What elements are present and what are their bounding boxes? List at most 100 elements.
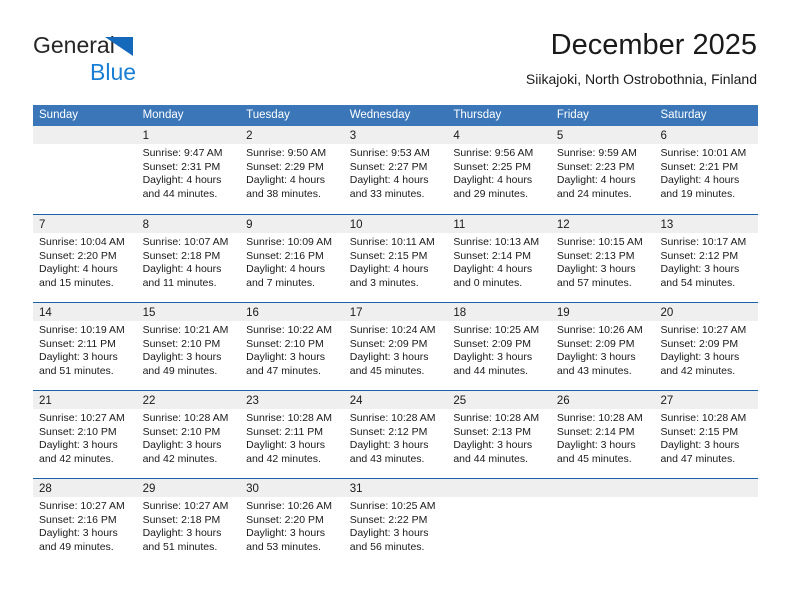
daylight-text-line1: Daylight: 3 hours [39,527,118,540]
sunrise-text: Sunrise: 10:28 AM [246,412,332,424]
daylight-text-line1: Daylight: 3 hours [246,351,325,364]
logo-text-blue: Blue [90,59,137,85]
calendar-day-cell[interactable]: 10 Sunrise: 10:11 AM Sunset: 2:15 PM Daylig… [343,215,448,302]
calendar-day-cell[interactable]: 6 Sunrise: 10:01 AM Sunset: 2:21 PM Dayligh… [654,126,759,214]
daylight-text-line2: and 57 minutes. [556,276,632,289]
calendar-day-cell[interactable]: 1 Sunrise: 9:47 AM Sunset: 2:31 PM Daylight… [136,126,241,214]
daylight-text-line1: Daylight: 3 hours [556,263,636,276]
calendar-day-cell[interactable]: 4 Sunrise: 9:56 AM Sunset: 2:25 PM Daylight… [447,126,551,214]
sunrise-text: Sunrise: 10:26 AM [556,324,643,336]
daylight-text-line2: and 44 minutes. [453,452,529,465]
sunrise-text: Sunrise: 10:25 AM [453,324,540,336]
daylight-text-line1: Daylight: 3 hours [660,351,740,364]
day-details: Sunrise: 10:28 AM Sunset: 2:11 PM Daylight… [240,409,344,466]
sunset-text: Sunset: 2:23 PM [556,160,635,173]
day-details: Sunrise: 10:13 AM Sunset: 2:14 PM Daylight… [447,233,551,290]
calendar-day-cell[interactable]: 27 Sunrise: 10:28 AM Sunset: 2:15 PM Daylig… [654,391,759,478]
sunset-text: Sunset: 2:20 PM [246,513,324,526]
calendar-day-cell[interactable]: 25 Sunrise: 10:28 AM Sunset: 2:13 PM Daylig… [447,391,551,478]
day-number: 6 [660,130,667,142]
daylight-text-line1: Daylight: 3 hours [142,351,222,364]
daylight-text-line1: Daylight: 3 hours [39,351,118,364]
sunset-text: Sunset: 2:25 PM [453,160,531,173]
daylight-text-line1: Daylight: 4 hours [39,263,118,276]
day-number: 23 [246,395,259,407]
calendar-day-cell[interactable]: 19 Sunrise: 10:26 AM Sunset: 2:09 PM Daylig… [550,303,655,390]
daylight-text-line2: and 51 minutes. [39,364,114,377]
calendar-day-cell[interactable]: 28 Sunrise: 10:27 AM Sunset: 2:16 PM Daylig… [33,479,137,566]
day-details: Sunrise: 10:28 AM Sunset: 2:10 PM Daylight… [137,409,241,466]
calendar-day-cell[interactable]: 21 Sunrise: 10:27 AM Sunset: 2:10 PM Daylig… [33,391,137,478]
day-details: Sunrise: 10:27 AM Sunset: 2:18 PM Daylight… [137,497,241,554]
sunrise-text: Sunrise: 10:26 AM [246,500,332,512]
general-blue-logo[interactable]: General Blue [33,34,233,90]
sunset-text: Sunset: 2:22 PM [349,513,428,526]
calendar-day-cell[interactable]: 23 Sunrise: 10:28 AM Sunset: 2:11 PM Daylig… [240,391,344,478]
calendar-day-cell[interactable]: 3 Sunrise: 9:53 AM Sunset: 2:27 PM Daylight… [343,126,448,214]
day-number-band: 4 [447,126,551,144]
calendar-day-cell[interactable]: 18 Sunrise: 10:25 AM Sunset: 2:09 PM Daylig… [447,303,551,390]
day-number-band: 12 [550,215,655,233]
weekday-header-wednesday: Wednesday [349,109,411,121]
day-number: 30 [246,483,259,495]
day-number-band: 19 [550,303,655,321]
calendar-day-cell[interactable]: 20 Sunrise: 10:27 AM Sunset: 2:09 PM Daylig… [654,303,759,390]
calendar-day-cell[interactable]: 15 Sunrise: 10:21 AM Sunset: 2:10 PM Daylig… [136,303,241,390]
calendar-day-cell[interactable]: 2 Sunrise: 9:50 AM Sunset: 2:29 PM Daylight… [240,126,344,214]
day-details: Sunrise: 10:26 AM Sunset: 2:20 PM Daylight… [240,497,344,554]
calendar-week-row: 28 Sunrise: 10:27 AM Sunset: 2:16 PM Daylig… [33,478,759,566]
sunset-text: Sunset: 2:31 PM [142,160,221,173]
day-number-band: 11 [447,215,551,233]
sunrise-text: Sunrise: 9:59 AM [556,147,637,159]
calendar-week-row: 21 Sunrise: 10:27 AM Sunset: 2:10 PM Daylig… [33,390,759,478]
day-number-band: 21 [33,391,137,409]
daylight-text-line2: and 47 minutes. [246,364,321,377]
day-details: Sunrise: 10:27 AM Sunset: 2:10 PM Daylight… [33,409,137,466]
sunset-text: Sunset: 2:11 PM [246,425,324,438]
day-number-band: 24 [343,391,448,409]
calendar-day-cell[interactable]: 31 Sunrise: 10:25 AM Sunset: 2:22 PM Daylig… [343,479,448,566]
day-details: Sunrise: 10:26 AM Sunset: 2:09 PM Daylight… [551,321,655,378]
day-details: Sunrise: 10:09 AM Sunset: 2:16 PM Daylight… [240,233,344,290]
day-details: Sunrise: 9:59 AM Sunset: 2:23 PM Daylight:… [551,144,655,201]
day-number-band [550,479,655,497]
day-number: 12 [556,219,570,231]
sunset-text: Sunset: 2:10 PM [39,425,117,438]
daylight-text-line2: and 15 minutes. [39,276,114,289]
calendar-day-cell[interactable]: 29 Sunrise: 10:27 AM Sunset: 2:18 PM Daylig… [136,479,241,566]
day-number: 10 [349,219,363,231]
day-details: Sunrise: 10:28 AM Sunset: 2:15 PM Daylight… [654,409,758,466]
calendar-day-cell[interactable]: 7 Sunrise: 10:04 AM Sunset: 2:20 PM Dayligh… [33,215,137,302]
daylight-text-line1: Daylight: 3 hours [453,439,533,452]
calendar-day-cell[interactable]: 5 Sunrise: 9:59 AM Sunset: 2:23 PM Daylight… [550,126,655,214]
day-number: 13 [660,219,674,231]
sunrise-text: Sunrise: 10:28 AM [349,412,436,424]
sunset-text: Sunset: 2:12 PM [349,425,428,438]
sunset-text: Sunset: 2:29 PM [246,160,324,173]
day-number-band: 26 [550,391,655,409]
daylight-text-line2: and 56 minutes. [349,540,425,553]
calendar-day-cell[interactable]: 9 Sunrise: 10:09 AM Sunset: 2:16 PM Dayligh… [240,215,344,302]
day-number-band: 22 [136,391,241,409]
sunset-text: Sunset: 2:16 PM [39,513,117,526]
day-number-band: 17 [343,303,448,321]
day-details: Sunrise: 10:27 AM Sunset: 2:09 PM Daylight… [654,321,758,378]
calendar-day-cell[interactable]: 30 Sunrise: 10:26 AM Sunset: 2:20 PM Daylig… [240,479,344,566]
calendar-day-cell[interactable]: 14 Sunrise: 10:19 AM Sunset: 2:11 PM Daylig… [33,303,137,390]
calendar-weeks: 1 Sunrise: 9:47 AM Sunset: 2:31 PM Daylight… [33,126,759,566]
day-number: 1 [142,130,149,142]
calendar-day-cell[interactable]: 16 Sunrise: 10:22 AM Sunset: 2:10 PM Daylig… [240,303,344,390]
day-number: 22 [142,395,156,407]
day-details: Sunrise: 10:28 AM Sunset: 2:12 PM Daylight… [344,409,448,466]
calendar-day-cell[interactable]: 11 Sunrise: 10:13 AM Sunset: 2:14 PM Daylig… [447,215,551,302]
calendar-day-cell[interactable]: 17 Sunrise: 10:24 AM Sunset: 2:09 PM Daylig… [343,303,448,390]
calendar-day-cell[interactable]: 13 Sunrise: 10:17 AM Sunset: 2:12 PM Daylig… [654,215,759,302]
daylight-text-line2: and 29 minutes. [453,187,529,200]
calendar-day-cell[interactable]: 24 Sunrise: 10:28 AM Sunset: 2:12 PM Daylig… [343,391,448,478]
calendar-day-cell[interactable]: 26 Sunrise: 10:28 AM Sunset: 2:14 PM Daylig… [550,391,655,478]
calendar-day-cell[interactable]: 12 Sunrise: 10:15 AM Sunset: 2:13 PM Daylig… [550,215,655,302]
title-block: December 2025 Siikajoki, North Ostroboth… [526,28,757,89]
calendar-day-cell[interactable]: 22 Sunrise: 10:28 AM Sunset: 2:10 PM Daylig… [136,391,241,478]
sunrise-text: Sunrise: 10:17 AM [660,236,747,248]
calendar-day-cell[interactable]: 8 Sunrise: 10:07 AM Sunset: 2:18 PM Dayligh… [136,215,241,302]
